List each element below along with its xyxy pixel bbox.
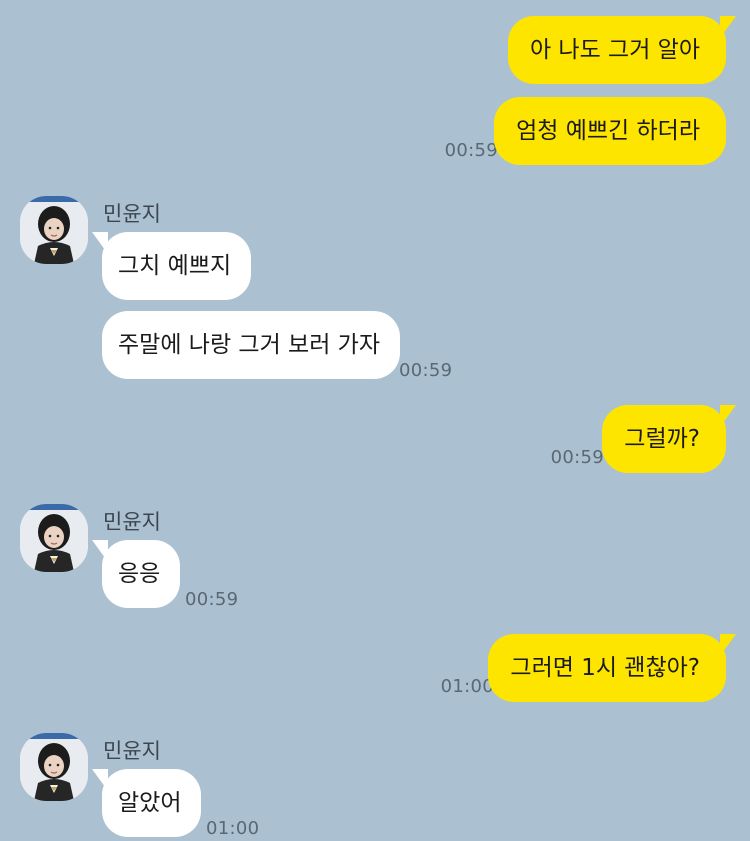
their-message-bubble[interactable]: 응응 — [92, 540, 181, 608]
bubble-tail — [720, 405, 736, 427]
bubble-tail — [92, 540, 108, 562]
message-text: 그럴까? — [624, 426, 700, 452]
message-timestamp: 00:59 — [444, 140, 498, 161]
bubble-tail — [92, 232, 108, 254]
message-timestamp: 00:59 — [185, 589, 239, 610]
message-text: 알았어 — [118, 790, 182, 816]
contact-avatar[interactable] — [20, 733, 88, 801]
message-timestamp: 00:59 — [550, 447, 604, 468]
profile-photo-avatar — [20, 504, 88, 572]
my-message-bubble[interactable]: 그럴까? — [602, 405, 736, 473]
bubble-tail — [720, 634, 736, 656]
sender-name: 민윤지 — [103, 202, 161, 226]
contact-avatar[interactable] — [20, 196, 88, 264]
message-timestamp: 01:00 — [206, 818, 260, 839]
profile-photo-avatar — [20, 196, 88, 264]
their-message-bubble[interactable]: 주말에 나랑 그거 보러 가자 — [102, 311, 401, 379]
contact-avatar[interactable] — [20, 504, 88, 572]
their-message-bubble[interactable]: 그치 예쁘지 — [92, 232, 252, 300]
message-text: 주말에 나랑 그거 보러 가자 — [118, 332, 381, 358]
message-text: 엄청 예쁘긴 하더라 — [516, 118, 700, 144]
chat-area[interactable]: 아 나도 그거 알아 00:59 엄청 예쁘긴 하더라 민윤지 그치 예쁘지 주… — [0, 0, 750, 841]
my-message-bubble[interactable]: 엄청 예쁘긴 하더라 — [494, 97, 726, 165]
message-text: 그러면 1시 괜찮아? — [510, 655, 700, 681]
message-text: 그치 예쁘지 — [118, 253, 232, 279]
my-message-bubble[interactable]: 아 나도 그거 알아 — [507, 16, 736, 84]
message-text: 아 나도 그거 알아 — [529, 37, 700, 63]
sender-name: 민윤지 — [103, 739, 161, 763]
my-message-bubble[interactable]: 그러면 1시 괜찮아? — [488, 634, 736, 702]
message-text: 응응 — [118, 561, 161, 587]
sender-name: 민윤지 — [103, 510, 161, 534]
profile-photo-avatar — [20, 733, 88, 801]
message-timestamp: 00:59 — [399, 360, 453, 381]
bubble-tail — [92, 769, 108, 791]
bubble-tail — [720, 16, 736, 38]
their-message-bubble[interactable]: 알았어 — [92, 769, 202, 837]
message-timestamp: 01:00 — [440, 676, 494, 697]
